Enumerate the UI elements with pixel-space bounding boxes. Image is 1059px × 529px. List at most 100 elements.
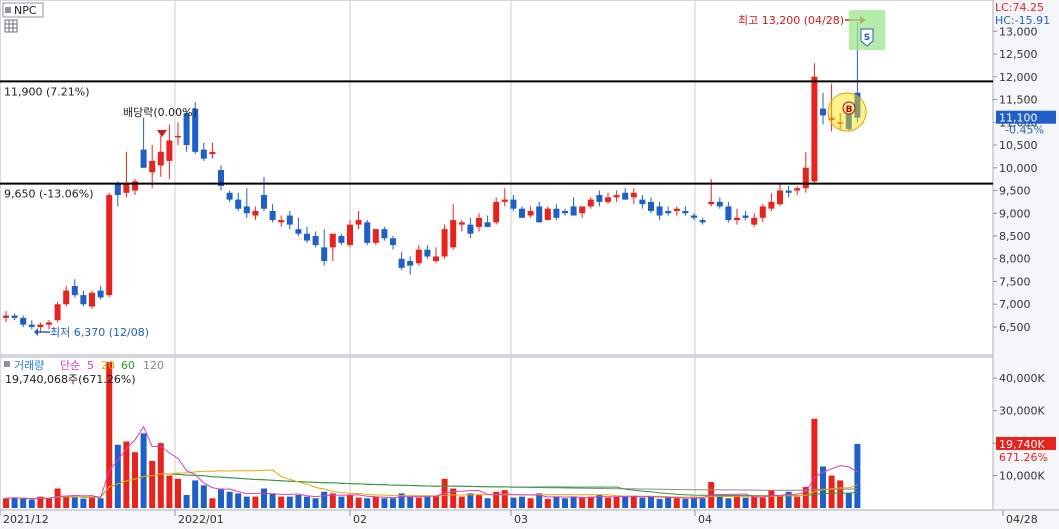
- sell-signal-marker[interactable]: S: [849, 10, 885, 50]
- candle-body: [390, 238, 396, 246]
- candle-body: [768, 201, 775, 209]
- candle-body: [777, 190, 783, 205]
- candle: [372, 229, 379, 246]
- candle-body: [433, 256, 439, 262]
- candle-body: [252, 210, 259, 216]
- candle-body: [716, 201, 723, 207]
- volume-bar: [415, 497, 422, 508]
- volume-bar: [544, 498, 551, 508]
- candle-body: [605, 197, 611, 202]
- candle-body: [476, 217, 482, 227]
- volume-bar: [768, 490, 775, 508]
- date-axis-background: [0, 510, 1059, 529]
- buy-signal-label: B: [846, 105, 853, 115]
- candle-body: [484, 222, 491, 227]
- volume-bar: [80, 498, 87, 508]
- volume-legend-ma120: 120: [143, 359, 164, 372]
- candle-body: [28, 324, 35, 327]
- price-tick-label: 12,500: [999, 48, 1038, 61]
- volume-bar: [28, 499, 35, 508]
- candle-body: [519, 208, 525, 218]
- volume-bar: [200, 485, 207, 508]
- volume-bar: [269, 493, 276, 508]
- volume-bar: [484, 498, 491, 508]
- volume-bar: [725, 498, 732, 508]
- date-tick-label: 04/28: [1006, 513, 1038, 526]
- volume-bar: [845, 493, 852, 508]
- price-panel: [0, 0, 994, 356]
- volume-bar: [519, 496, 525, 508]
- volume-bar: [794, 496, 801, 508]
- volume-bar: [433, 495, 439, 508]
- volume-bar: [579, 497, 586, 508]
- candle-body: [562, 210, 568, 214]
- candle-body: [415, 249, 422, 264]
- candle-body: [613, 195, 620, 198]
- candle-body: [510, 199, 517, 209]
- volume-bar: [175, 478, 181, 508]
- candle-body: [527, 210, 534, 216]
- volume-bar: [132, 452, 138, 508]
- volume-bar: [54, 488, 61, 508]
- volume-bar: [854, 443, 861, 508]
- candle-body: [355, 220, 362, 225]
- buy-signal-marker[interactable]: B: [827, 92, 867, 132]
- volume-bar: [828, 475, 835, 508]
- date-tick-label: 2021/12: [3, 513, 49, 526]
- candle-body: [734, 217, 740, 221]
- price-tick-label: 7,000: [999, 298, 1031, 311]
- volume-bar: [114, 444, 121, 508]
- sell-signal-label: S: [864, 33, 870, 43]
- grid-toggle-icon[interactable]: [4, 19, 18, 33]
- candle-body: [200, 149, 207, 159]
- volume-bar: [218, 488, 224, 508]
- volume-bar: [751, 496, 758, 508]
- candle-body: [372, 229, 379, 243]
- candle-body: [458, 222, 465, 225]
- volume-bar: [467, 493, 474, 508]
- symbol-bullet-icon: [5, 7, 11, 13]
- volume-bar: [605, 497, 611, 508]
- volume-bar: [656, 498, 663, 508]
- support-line-label: 9,650 (-13.06%): [4, 188, 93, 201]
- volume-bar: [278, 496, 285, 508]
- price-tick-label: 6,500: [999, 321, 1031, 334]
- candle: [441, 224, 448, 259]
- candle-body: [587, 199, 594, 207]
- candle-body: [536, 206, 543, 223]
- candle-body: [553, 208, 560, 218]
- volume-bar: [355, 497, 362, 508]
- candle-body: [37, 324, 44, 327]
- candle-body: [278, 220, 285, 223]
- volume-bar: [570, 496, 577, 508]
- candle-body: [243, 206, 250, 214]
- candle-body: [295, 229, 302, 234]
- volume-bar: [458, 496, 465, 508]
- volume-bar: [243, 496, 250, 508]
- volume-bar: [157, 443, 164, 508]
- candle-body: [682, 210, 689, 214]
- candle-body: [639, 199, 646, 205]
- price-tick-label: 9,500: [999, 185, 1031, 198]
- candle-body: [20, 317, 27, 325]
- volume-info: 19,740,068주(671.26%): [5, 373, 136, 386]
- candle-body: [63, 290, 70, 305]
- volume-bar: [321, 491, 328, 508]
- candle-body: [235, 199, 242, 209]
- high-price-note: 최고 13,200 (04/28): [738, 14, 844, 27]
- volume-bar: [261, 488, 267, 508]
- volume-legend-ma60: 60: [121, 359, 135, 372]
- candle-body: [106, 195, 113, 296]
- price-tick-label: 8,500: [999, 230, 1031, 243]
- price-tick-label: 10,500: [999, 139, 1038, 152]
- volume-bar: [295, 495, 302, 508]
- volume-legend-ma20: 20: [101, 359, 115, 372]
- candle-body: [622, 192, 629, 200]
- resistance-line-label: 11,900 (7.21%): [4, 85, 90, 98]
- price-tick-label: 9,000: [999, 207, 1031, 220]
- price-tick-label: 8,000: [999, 253, 1031, 266]
- candle-body: [381, 229, 388, 239]
- volume-bar: [613, 496, 620, 508]
- candle-body: [321, 247, 328, 262]
- volume-bar: [390, 498, 396, 508]
